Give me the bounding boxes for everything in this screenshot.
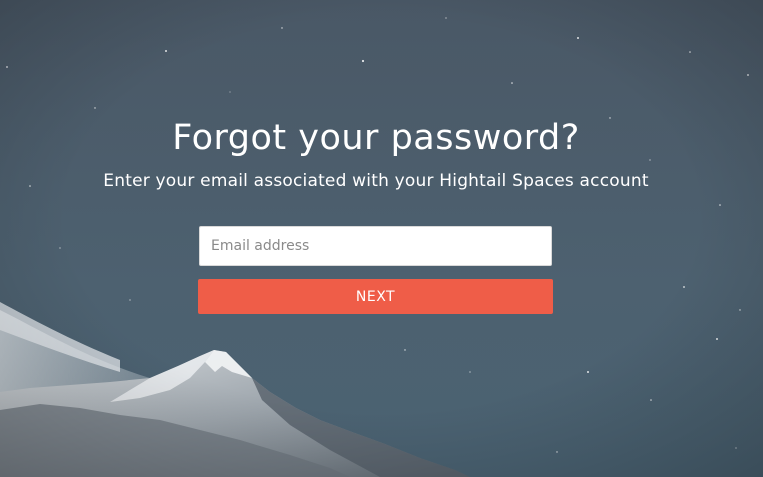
next-button[interactable]: NEXT bbox=[198, 279, 553, 314]
page-subtitle: Enter your email associated with your Hi… bbox=[103, 171, 649, 191]
page-title: Forgot your password? bbox=[172, 118, 580, 158]
forgot-password-panel: Forgot your password? Enter your email a… bbox=[0, 0, 763, 477]
email-field[interactable] bbox=[199, 226, 552, 266]
